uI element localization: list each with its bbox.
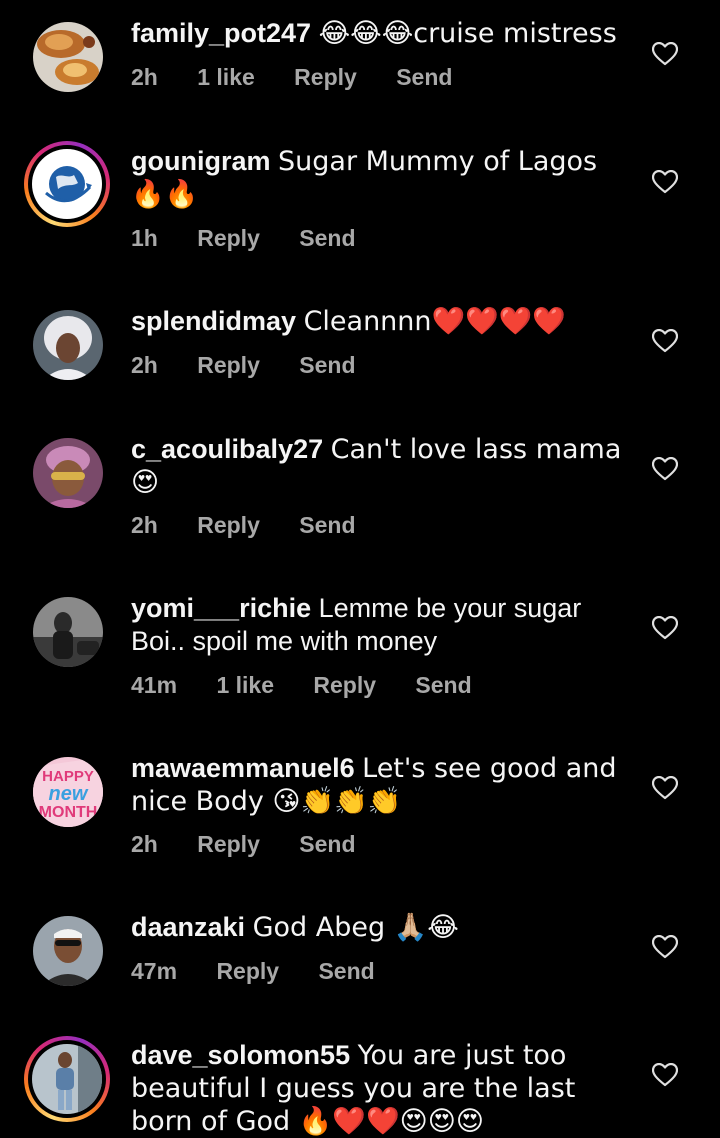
send-button[interactable]: Send (299, 831, 355, 858)
svg-text:new: new (49, 783, 89, 805)
comment-meta: 2h 1 like Reply Send (131, 64, 485, 91)
timestamp: 1h (131, 225, 158, 251)
comment-meta: 1h Reply Send (131, 225, 389, 252)
person-photo-avatar-image (33, 597, 103, 667)
reply-button[interactable]: Reply (294, 64, 357, 91)
username[interactable]: dave_solomon55 (131, 1040, 350, 1070)
comment-body: mawaemmanuel6 Let's see good and nice Bo… (131, 752, 631, 818)
person-photo-avatar-image (32, 1044, 102, 1114)
comment-body: family_pot247 😂😂😂cruise mistress (131, 17, 631, 50)
like-count[interactable]: 1 like (197, 64, 255, 91)
comment-body: gounigram Sugar Mummy of Lagos 🔥🔥 (131, 145, 631, 211)
heart-outline-icon[interactable] (652, 1063, 678, 1087)
send-button[interactable]: Send (415, 672, 471, 699)
avatar[interactable] (33, 916, 103, 986)
send-button[interactable]: Send (396, 64, 452, 91)
avatar[interactable] (24, 141, 110, 227)
comment-meta: 2h Reply Send (131, 352, 389, 379)
globe-logo-icon (32, 149, 102, 219)
heart-outline-icon[interactable] (652, 776, 678, 800)
avatar-story-ring (28, 1040, 106, 1118)
timestamp: 2h (131, 831, 158, 857)
reply-button[interactable]: Reply (197, 352, 260, 379)
avatar-image (32, 149, 102, 219)
username[interactable]: mawaemmanuel6 (131, 753, 355, 783)
svg-text:MONTH: MONTH (39, 804, 98, 821)
heart-outline-icon[interactable] (652, 42, 678, 66)
comment-meta: 47m Reply Send (131, 958, 408, 985)
avatar[interactable] (33, 438, 103, 508)
username[interactable]: c_acoulibaly27 (131, 434, 323, 464)
heart-outline-icon[interactable] (652, 935, 678, 959)
username[interactable]: daanzaki (131, 912, 245, 942)
timestamp: 2h (131, 512, 158, 538)
send-button[interactable]: Send (299, 225, 355, 252)
happy-new-month-avatar-image: HAPPY new MONTH (33, 757, 103, 827)
person-photo-avatar-image (33, 916, 103, 986)
timestamp: 41m (131, 672, 178, 698)
timestamp: 47m (131, 958, 178, 984)
avatar[interactable] (33, 597, 103, 667)
comment-body: c_acoulibaly27 Can't love lass mama 😍 (131, 433, 631, 499)
reply-button[interactable]: Reply (197, 225, 260, 252)
username[interactable]: splendidmay (131, 306, 296, 336)
comment-body: yomi___richie Lemme be your sugar Boi.. … (131, 592, 631, 658)
avatar[interactable] (33, 22, 103, 92)
comment-body: splendidmay Cleannnn❤️❤️❤️❤️ (131, 305, 631, 338)
heart-outline-icon[interactable] (652, 616, 678, 640)
comment-text: 😂😂😂cruise mistress (318, 18, 617, 49)
reply-button[interactable]: Reply (216, 958, 279, 985)
food-photo-avatar-image (33, 22, 103, 92)
avatar-image (32, 1044, 102, 1114)
comment-text: Cleannnn❤️❤️❤️❤️ (303, 306, 566, 337)
heart-outline-icon[interactable] (652, 329, 678, 353)
avatar[interactable] (33, 310, 103, 380)
reply-button[interactable]: Reply (197, 831, 260, 858)
send-button[interactable]: Send (299, 352, 355, 379)
heart-outline-icon[interactable] (652, 457, 678, 481)
send-button[interactable]: Send (299, 512, 355, 539)
username[interactable]: gounigram (131, 146, 271, 176)
heart-outline-icon[interactable] (652, 170, 678, 194)
username[interactable]: yomi___richie (131, 593, 311, 623)
send-button[interactable]: Send (318, 958, 374, 985)
comment-text: God Abeg 🙏🏼😂 (252, 912, 459, 943)
avatar-story-ring (28, 145, 106, 223)
reply-button[interactable]: Reply (197, 512, 260, 539)
comment-meta: 2h Reply Send (131, 831, 389, 858)
comment-meta: 41m 1 like Reply Send (131, 672, 505, 699)
person-photo-avatar-image (33, 310, 103, 380)
avatar[interactable] (24, 1036, 110, 1122)
person-photo-avatar-image (33, 438, 103, 508)
comment-body: dave_solomon55 You are just too beautifu… (131, 1039, 631, 1138)
like-count[interactable]: 1 like (216, 672, 274, 699)
avatar[interactable]: HAPPY new MONTH (33, 757, 103, 827)
timestamp: 2h (131, 64, 158, 90)
reply-button[interactable]: Reply (313, 672, 376, 699)
username[interactable]: family_pot247 (131, 18, 311, 48)
comment-body: daanzaki God Abeg 🙏🏼😂 (131, 911, 631, 944)
timestamp: 2h (131, 352, 158, 378)
comment-meta: 2h Reply Send (131, 512, 389, 539)
